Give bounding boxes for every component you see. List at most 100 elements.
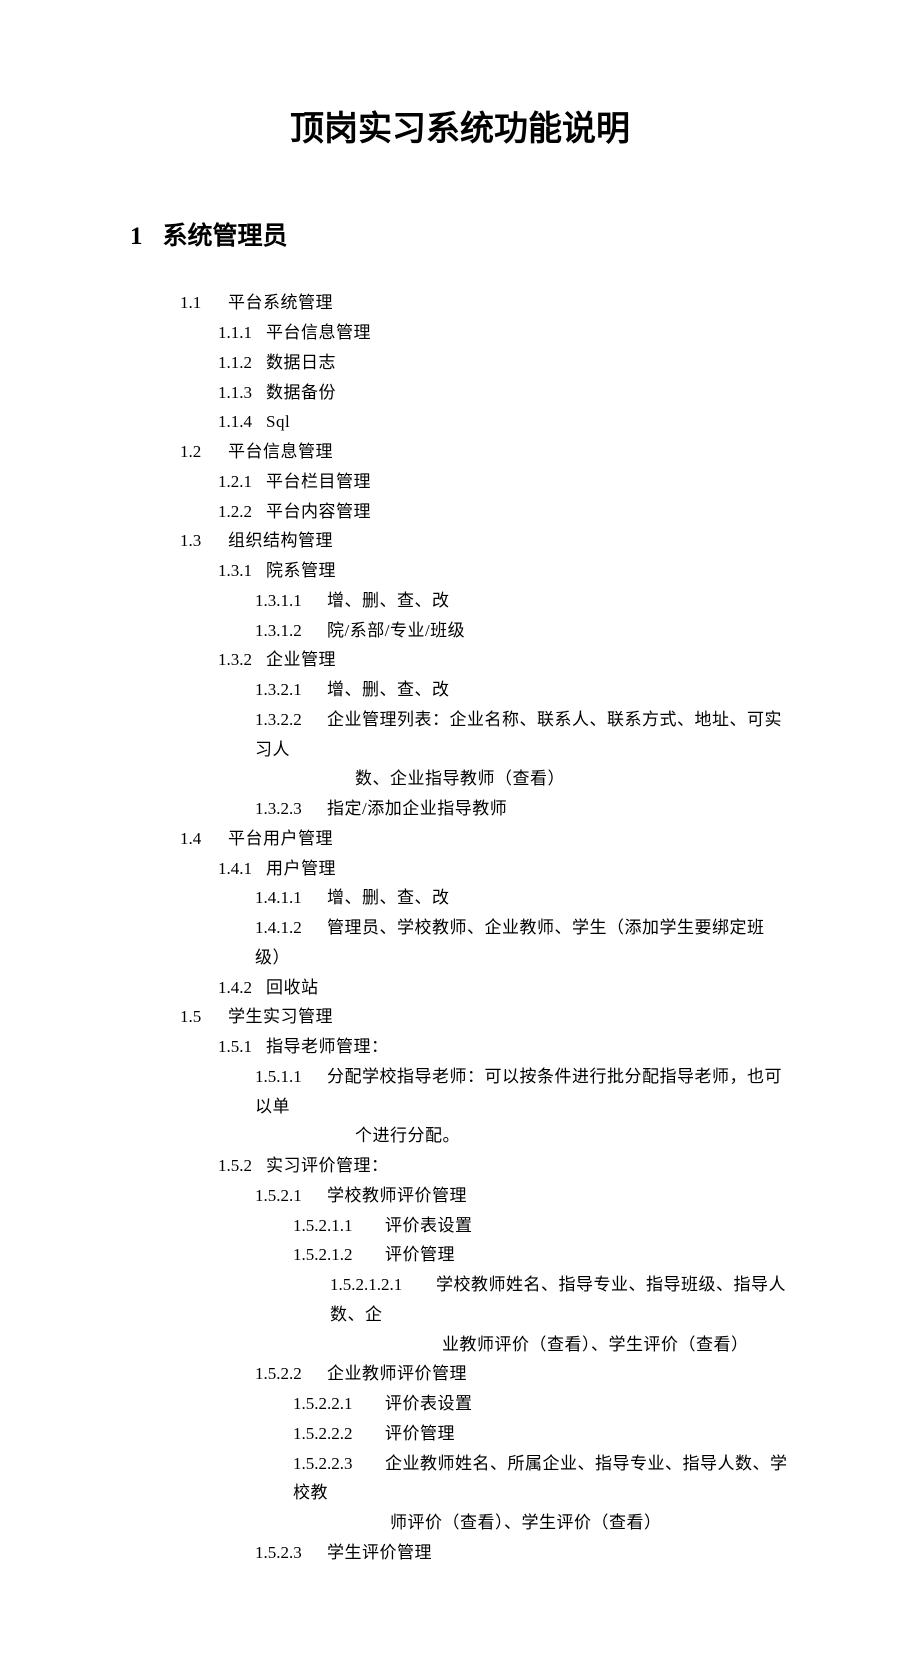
num: 1.5.2.2.2 [293, 1419, 385, 1449]
item-1-5-2-1-1: 1.5.2.1.1评价表设置 [130, 1211, 790, 1241]
num: 1.4.2 [218, 973, 266, 1003]
text: 评价管理 [385, 1424, 455, 1443]
text: 学校教师评价管理 [327, 1186, 467, 1205]
item-1-3-2-2: 1.3.2.2企业管理列表：企业名称、联系人、联系方式、地址、可实习人 [130, 705, 790, 765]
text: 学生评价管理 [327, 1543, 432, 1562]
num: 1.1.4 [218, 407, 266, 437]
num: 1.5.1 [218, 1032, 266, 1062]
text: 用户管理 [266, 859, 336, 878]
item-1-5-2-2: 1.5.2.2企业教师评价管理 [130, 1359, 790, 1389]
item-1-5: 1.5学生实习管理 [130, 1002, 790, 1032]
document-title: 顶岗实习系统功能说明 [130, 100, 790, 160]
num: 1.3.2.1 [255, 675, 327, 705]
item-1-3-2-2-cont: 数、企业指导教师（查看） [130, 764, 790, 794]
item-1-5-2-1: 1.5.2.1学校教师评价管理 [130, 1181, 790, 1211]
item-1-5-2: 1.5.2实习评价管理： [130, 1151, 790, 1181]
section-1-title: 系统管理员 [163, 222, 288, 250]
item-1-3-1-2: 1.3.1.2院/系部/专业/班级 [130, 616, 790, 646]
item-1-3-1-1: 1.3.1.1增、删、查、改 [130, 586, 790, 616]
num: 1.3.1.2 [255, 616, 327, 646]
text: 企业管理列表：企业名称、联系人、联系方式、地址、可实习人 [255, 710, 782, 759]
text: 分配学校指导老师：可以按条件进行批分配指导老师，也可以单 [255, 1067, 782, 1116]
item-1-4-1-1: 1.4.1.1增、删、查、改 [130, 883, 790, 913]
num: 1.5.2.1 [255, 1181, 327, 1211]
item-1-1: 1.1平台系统管理 [130, 288, 790, 318]
text: 业教师评价（查看）、学生评价（查看） [442, 1335, 749, 1354]
item-1-2-2: 1.2.2平台内容管理 [130, 497, 790, 527]
num: 1.2 [180, 437, 228, 467]
text: 平台栏目管理 [266, 472, 371, 491]
item-1-5-1-1-cont: 个进行分配。 [130, 1121, 790, 1151]
text: 师评价（查看）、学生评价（查看） [390, 1513, 662, 1532]
num: 1.2.2 [218, 497, 266, 527]
text: 个进行分配。 [355, 1126, 460, 1145]
num: 1.1.2 [218, 348, 266, 378]
text: 评价表设置 [385, 1216, 473, 1235]
item-1-4: 1.4平台用户管理 [130, 824, 790, 854]
num: 1.5.1.1 [255, 1062, 327, 1092]
num: 1.5.2.1.2.1 [330, 1270, 436, 1300]
item-1-5-2-1-2-1: 1.5.2.1.2.1学校教师姓名、指导专业、指导班级、指导人数、企 [130, 1270, 790, 1330]
text: 企业教师评价管理 [327, 1364, 467, 1383]
text: 平台内容管理 [266, 502, 371, 521]
text: 增、删、查、改 [327, 680, 450, 699]
num: 1.5.2.3 [255, 1538, 327, 1568]
num: 1.3.1 [218, 556, 266, 586]
num: 1.2.1 [218, 467, 266, 497]
item-1-5-2-3: 1.5.2.3学生评价管理 [130, 1538, 790, 1568]
num: 1.5.2.2.3 [293, 1449, 385, 1479]
text: 实习评价管理： [266, 1156, 389, 1175]
item-1-5-2-2-2: 1.5.2.2.2评价管理 [130, 1419, 790, 1449]
item-1-5-2-2-3-cont: 师评价（查看）、学生评价（查看） [130, 1508, 790, 1538]
num: 1.5 [180, 1002, 228, 1032]
text: 管理员、学校教师、企业教师、学生（添加学生要绑定班级） [255, 918, 765, 967]
item-1-4-2: 1.4.2回收站 [130, 973, 790, 1003]
num: 1.5.2 [218, 1151, 266, 1181]
section-1-heading: 1 系统管理员 [130, 215, 790, 259]
text: 平台信息管理 [266, 323, 371, 342]
text: 学生实习管理 [228, 1007, 333, 1026]
item-1-4-1: 1.4.1用户管理 [130, 854, 790, 884]
item-1-5-1: 1.5.1指导老师管理： [130, 1032, 790, 1062]
item-1-5-2-2-1: 1.5.2.2.1评价表设置 [130, 1389, 790, 1419]
num: 1.4.1 [218, 854, 266, 884]
num: 1.5.2.1.1 [293, 1211, 385, 1241]
text: 指定/添加企业指导教师 [327, 799, 507, 818]
section-1-number: 1 [130, 223, 143, 250]
item-1-1-4: 1.1.4Sql [130, 407, 790, 437]
item-1-1-1: 1.1.1平台信息管理 [130, 318, 790, 348]
text: 数、企业指导教师（查看） [355, 769, 565, 788]
text: 数据日志 [266, 353, 336, 372]
num: 1.1.3 [218, 378, 266, 408]
num: 1.1.1 [218, 318, 266, 348]
num: 1.3.1.1 [255, 586, 327, 616]
num: 1.4.1.2 [255, 913, 327, 943]
item-1-4-1-2: 1.4.1.2管理员、学校教师、企业教师、学生（添加学生要绑定班级） [130, 913, 790, 973]
item-1-3-1: 1.3.1院系管理 [130, 556, 790, 586]
item-1-3-2: 1.3.2企业管理 [130, 645, 790, 675]
num: 1.5.2.2 [255, 1359, 327, 1389]
text: Sql [266, 412, 290, 431]
text: 组织结构管理 [228, 531, 333, 550]
item-1-3-2-1: 1.3.2.1增、删、查、改 [130, 675, 790, 705]
text: 评价表设置 [385, 1394, 473, 1413]
text: 平台用户管理 [228, 829, 333, 848]
num: 1.4.1.1 [255, 883, 327, 913]
num: 1.3 [180, 526, 228, 556]
num: 1.5.2.2.1 [293, 1389, 385, 1419]
item-1-5-2-2-3: 1.5.2.2.3企业教师姓名、所属企业、指导专业、指导人数、学校教 [130, 1449, 790, 1509]
text: 增、删、查、改 [327, 888, 450, 907]
item-1-3-2-3: 1.3.2.3指定/添加企业指导教师 [130, 794, 790, 824]
num: 1.1 [180, 288, 228, 318]
text: 回收站 [266, 978, 319, 997]
text: 平台系统管理 [228, 293, 333, 312]
text: 院系管理 [266, 561, 336, 580]
num: 1.4 [180, 824, 228, 854]
item-1-2: 1.2平台信息管理 [130, 437, 790, 467]
item-1-5-1-1: 1.5.1.1分配学校指导老师：可以按条件进行批分配指导老师，也可以单 [130, 1062, 790, 1122]
text: 评价管理 [385, 1245, 455, 1264]
item-1-2-1: 1.2.1平台栏目管理 [130, 467, 790, 497]
item-1-1-3: 1.1.3数据备份 [130, 378, 790, 408]
text: 企业管理 [266, 650, 336, 669]
text: 院/系部/专业/班级 [327, 621, 465, 640]
